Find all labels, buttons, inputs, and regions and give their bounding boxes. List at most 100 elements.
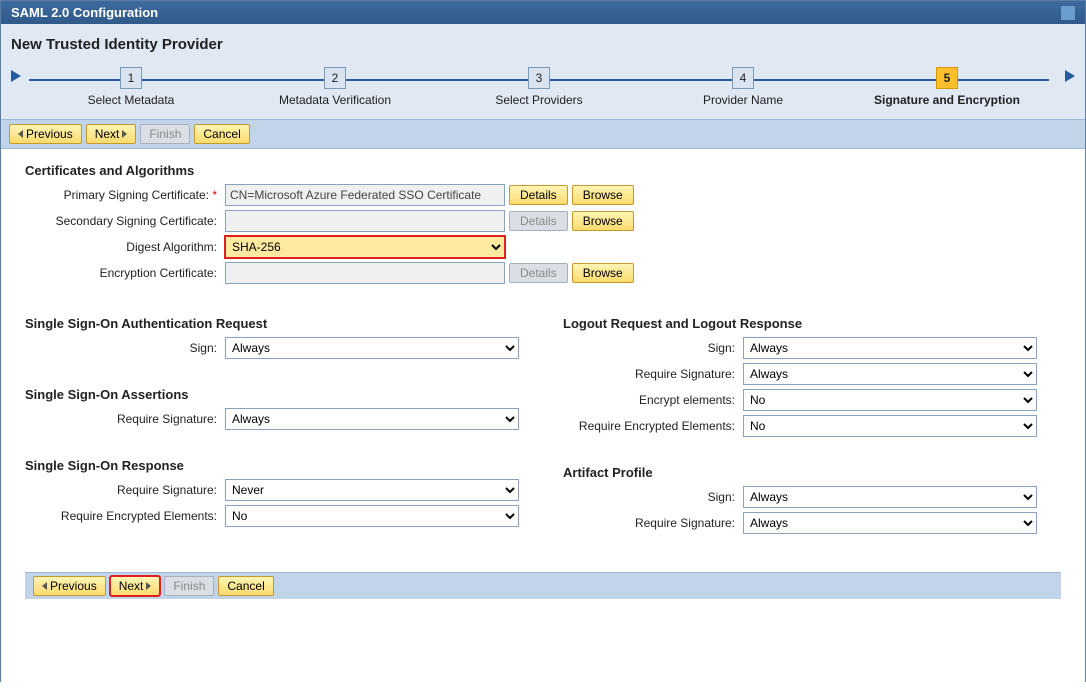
finish-label-bottom: Finish xyxy=(173,579,205,593)
sso-assert-reqsig-select[interactable]: Always xyxy=(225,408,519,430)
left-column: Single Sign-On Authentication Request Si… xyxy=(25,316,523,562)
step-4-label: Provider Name xyxy=(703,93,783,107)
artifact-sign-select[interactable]: Always xyxy=(743,486,1037,508)
logout-reqsig-select[interactable]: Always xyxy=(743,363,1037,385)
encryption-cert-label: Encryption Certificate: xyxy=(25,266,225,280)
secondary-cert-field[interactable] xyxy=(225,210,505,232)
logout-sign-label: Sign: xyxy=(563,341,743,355)
sso-resp-reqenc-label: Require Encrypted Elements: xyxy=(25,509,225,523)
digest-row: Digest Algorithm: SHA-256 xyxy=(25,236,1061,258)
previous-button[interactable]: Previous xyxy=(9,124,82,144)
logout-enc-select[interactable]: No xyxy=(743,389,1037,411)
primary-browse-button[interactable]: Browse xyxy=(572,185,634,205)
sso-resp-reqsig-select[interactable]: Never xyxy=(225,479,519,501)
encryption-cert-field[interactable] xyxy=(225,262,505,284)
secondary-details-button: Details xyxy=(509,211,568,231)
digest-select[interactable]: SHA-256 xyxy=(225,236,505,258)
artifact-section: Artifact Profile Sign: Always Require Si… xyxy=(563,465,1061,534)
finish-button-bottom: Finish xyxy=(164,576,214,596)
required-asterisk: * xyxy=(212,188,217,202)
cert-section-title: Certificates and Algorithms xyxy=(25,163,1061,178)
step-5[interactable]: 5 Signature and Encryption xyxy=(845,67,1049,107)
logout-reqenc-label: Require Encrypted Elements: xyxy=(563,419,743,433)
encryption-details-button: Details xyxy=(509,263,568,283)
window-title: SAML 2.0 Configuration xyxy=(11,5,158,20)
previous-label: Previous xyxy=(26,127,73,141)
secondary-cert-row: Secondary Signing Certificate: Details B… xyxy=(25,210,1061,232)
encryption-cert-row: Encryption Certificate: Details Browse xyxy=(25,262,1061,284)
step-2-num: 2 xyxy=(324,67,346,89)
sso-auth-section: Single Sign-On Authentication Request Si… xyxy=(25,316,523,359)
primary-cert-label: Primary Signing Certificate: * xyxy=(25,188,225,202)
step-3[interactable]: 3 Select Providers xyxy=(437,67,641,107)
sso-assert-reqsig-label: Require Signature: xyxy=(25,412,225,426)
sso-auth-sign-label: Sign: xyxy=(25,341,225,355)
previous-button-bottom[interactable]: Previous xyxy=(33,576,106,596)
secondary-browse-button[interactable]: Browse xyxy=(572,211,634,231)
artifact-reqsig-label: Require Signature: xyxy=(563,516,743,530)
artifact-reqsig-select[interactable]: Always xyxy=(743,512,1037,534)
arrow-start-icon xyxy=(11,70,21,82)
step-5-label: Signature and Encryption xyxy=(874,93,1020,107)
arrow-left-icon xyxy=(42,582,47,590)
page-title: New Trusted Identity Provider xyxy=(11,30,1075,59)
step-4-num: 4 xyxy=(732,67,754,89)
logout-sign-select[interactable]: Always xyxy=(743,337,1037,359)
previous-label-bottom: Previous xyxy=(50,579,97,593)
config-window: SAML 2.0 Configuration New Trusted Ident… xyxy=(0,0,1086,682)
primary-cert-row: Primary Signing Certificate: * Details B… xyxy=(25,184,1061,206)
next-label: Next xyxy=(95,127,120,141)
arrow-right-icon xyxy=(146,582,151,590)
right-column: Logout Request and Logout Response Sign:… xyxy=(563,316,1061,562)
step-2[interactable]: 2 Metadata Verification xyxy=(233,67,437,107)
cancel-button-bottom[interactable]: Cancel xyxy=(218,576,273,596)
sso-resp-reqsig-label: Require Signature: xyxy=(25,483,225,497)
sso-resp-section: Single Sign-On Response Require Signatur… xyxy=(25,458,523,527)
next-label-bottom: Next xyxy=(119,579,144,593)
logout-title: Logout Request and Logout Response xyxy=(563,316,1061,331)
sso-auth-sign-select[interactable]: Always xyxy=(225,337,519,359)
logout-section: Logout Request and Logout Response Sign:… xyxy=(563,316,1061,437)
arrow-right-icon xyxy=(122,130,127,138)
next-button-bottom[interactable]: Next xyxy=(110,576,161,596)
artifact-sign-label: Sign: xyxy=(563,490,743,504)
logout-enc-label: Encrypt elements: xyxy=(563,393,743,407)
button-bar-top: Previous Next Finish Cancel xyxy=(1,119,1085,149)
step-3-num: 3 xyxy=(528,67,550,89)
cancel-label-bottom: Cancel xyxy=(227,579,264,593)
step-1-num: 1 xyxy=(120,67,142,89)
sso-assert-section: Single Sign-On Assertions Require Signat… xyxy=(25,387,523,430)
content-area: Certificates and Algorithms Primary Sign… xyxy=(1,149,1085,695)
digest-label: Digest Algorithm: xyxy=(25,240,225,254)
step-2-label: Metadata Verification xyxy=(279,93,391,107)
button-bar-bottom: Previous Next Finish Cancel xyxy=(25,572,1061,599)
sso-assert-title: Single Sign-On Assertions xyxy=(25,387,523,402)
step-1-label: Select Metadata xyxy=(88,93,175,107)
artifact-title: Artifact Profile xyxy=(563,465,1061,480)
finish-button: Finish xyxy=(140,124,190,144)
secondary-cert-label: Secondary Signing Certificate: xyxy=(25,214,225,228)
logout-reqenc-select[interactable]: No xyxy=(743,415,1037,437)
step-3-label: Select Providers xyxy=(495,93,582,107)
next-button[interactable]: Next xyxy=(86,124,137,144)
step-1[interactable]: 1 Select Metadata xyxy=(29,67,233,107)
window-control-icon[interactable] xyxy=(1061,6,1075,20)
header-area: New Trusted Identity Provider 1 Select M… xyxy=(1,24,1085,119)
sso-resp-title: Single Sign-On Response xyxy=(25,458,523,473)
two-column-area: Single Sign-On Authentication Request Si… xyxy=(25,316,1061,562)
sso-auth-title: Single Sign-On Authentication Request xyxy=(25,316,523,331)
wizard-steps: 1 Select Metadata 2 Metadata Verificatio… xyxy=(11,59,1075,119)
step-4[interactable]: 4 Provider Name xyxy=(641,67,845,107)
finish-label: Finish xyxy=(149,127,181,141)
cancel-button[interactable]: Cancel xyxy=(194,124,249,144)
primary-details-button[interactable]: Details xyxy=(509,185,568,205)
arrow-left-icon xyxy=(18,130,23,138)
logout-reqsig-label: Require Signature: xyxy=(563,367,743,381)
arrow-end-icon xyxy=(1065,70,1075,82)
encryption-browse-button[interactable]: Browse xyxy=(572,263,634,283)
primary-cert-field[interactable] xyxy=(225,184,505,206)
step-5-num: 5 xyxy=(936,67,958,89)
cancel-label: Cancel xyxy=(203,127,240,141)
titlebar: SAML 2.0 Configuration xyxy=(1,1,1085,24)
sso-resp-reqenc-select[interactable]: No xyxy=(225,505,519,527)
